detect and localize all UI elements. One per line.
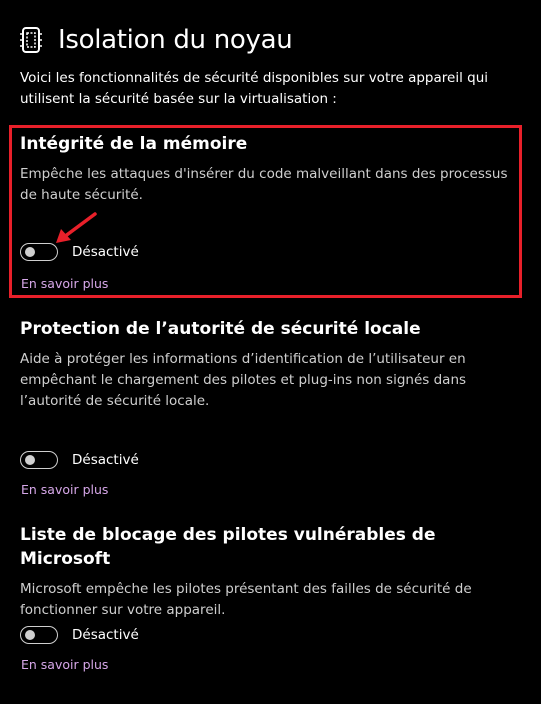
section-driver-blocklist: Liste de blocage des pilotes vulnérables… xyxy=(20,523,520,672)
section-description: Aide à protéger les informations d’ident… xyxy=(20,351,467,409)
section-title: Protection de l’autorité de sécurité loc… xyxy=(20,319,421,339)
toggle-knob xyxy=(25,455,35,465)
toggle-state-label: Désactivé xyxy=(72,627,139,643)
intro-text: Voici les fonctionnalités de sécurité di… xyxy=(20,70,488,107)
learn-more-link[interactable]: En savoir plus xyxy=(21,657,108,672)
toggle-state-label: Désactivé xyxy=(72,452,139,468)
page-title: Isolation du noyau xyxy=(58,25,293,55)
page-header: Isolation du noyau xyxy=(20,22,293,58)
driver-blocklist-toggle-row: Désactivé xyxy=(20,626,139,644)
driver-blocklist-toggle[interactable] xyxy=(20,626,58,644)
learn-more-link[interactable]: En savoir plus xyxy=(21,482,108,497)
chip-shield-icon xyxy=(20,27,42,53)
lsa-toggle-row: Désactivé xyxy=(20,451,139,469)
toggle-knob xyxy=(25,630,35,640)
lsa-protection-toggle[interactable] xyxy=(20,451,58,469)
section-title: Liste de blocage des pilotes vulnérables… xyxy=(20,525,436,569)
annotation-arrow-icon xyxy=(56,212,97,243)
section-lsa-protection: Protection de l’autorité de sécurité loc… xyxy=(20,317,520,497)
section-description: Microsoft empêche les pilotes présentant… xyxy=(20,581,472,618)
